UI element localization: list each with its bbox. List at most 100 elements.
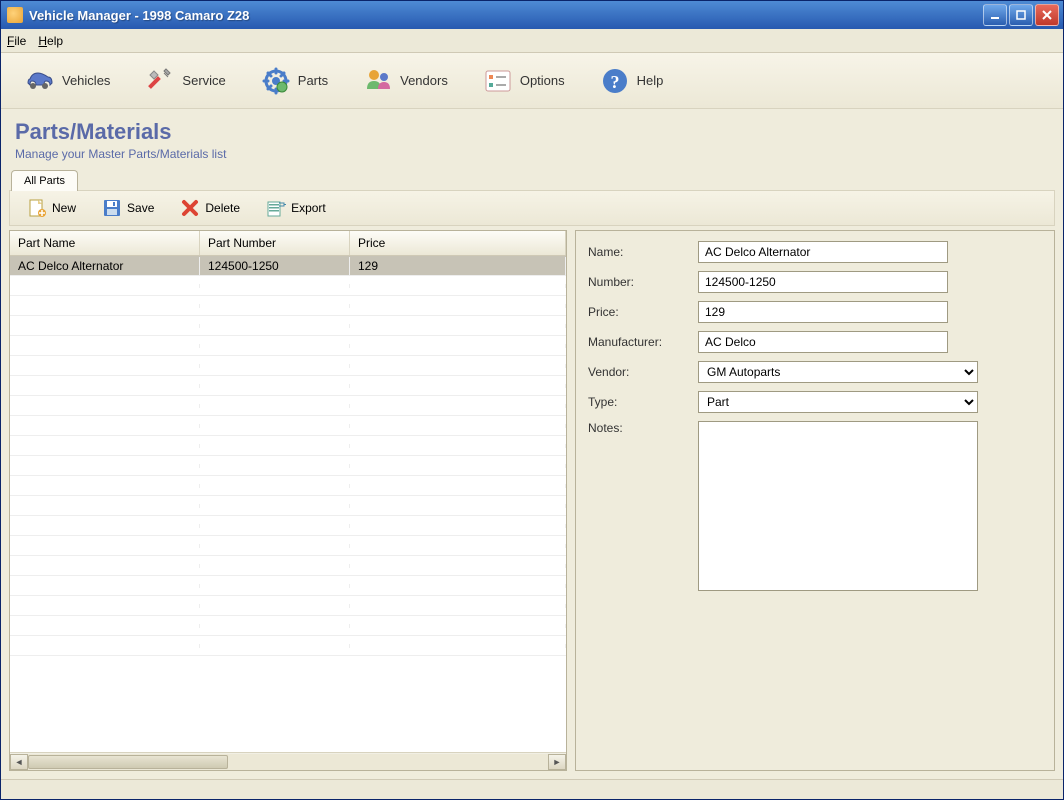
table-row[interactable] (10, 596, 566, 616)
scroll-track[interactable] (28, 754, 548, 770)
delete-icon (180, 198, 200, 218)
help-icon: ? (599, 65, 631, 97)
label-manufacturer: Manufacturer: (588, 335, 698, 349)
table-row[interactable] (10, 636, 566, 656)
type-select[interactable]: Part (698, 391, 978, 413)
toolbar-options-button[interactable]: Options (467, 58, 580, 104)
label-type: Type: (588, 395, 698, 409)
table-row[interactable] (10, 556, 566, 576)
export-label: Export (291, 201, 326, 215)
table-row[interactable] (10, 356, 566, 376)
vendors-icon (362, 65, 394, 97)
label-vendor: Vendor: (588, 365, 698, 379)
svg-text:?: ? (610, 72, 619, 92)
table-row[interactable] (10, 296, 566, 316)
page-subtitle: Manage your Master Parts/Materials list (15, 147, 1049, 161)
content: New Save Delete Export Part Name Part Nu… (1, 190, 1063, 779)
toolbar-parts-button[interactable]: Parts (245, 58, 343, 104)
vendor-select[interactable]: GM Autoparts (698, 361, 978, 383)
label-notes: Notes: (588, 421, 698, 435)
toolbar-service-button[interactable]: Service (129, 58, 240, 104)
new-label: New (52, 201, 76, 215)
page-header: Parts/Materials Manage your Master Parts… (1, 109, 1063, 169)
menu-help[interactable]: Help (38, 34, 63, 48)
cell-name: AC Delco Alternator (10, 257, 200, 275)
toolbar-options-label: Options (520, 73, 565, 88)
save-button[interactable]: Save (91, 193, 165, 223)
table-body[interactable]: AC Delco Alternator 124500-1250 129 (10, 256, 566, 752)
tab-row: All Parts (1, 169, 1063, 190)
export-button[interactable]: Export (255, 193, 337, 223)
toolbar-vendors-label: Vendors (400, 73, 448, 88)
table-row[interactable] (10, 336, 566, 356)
toolbar-vendors-button[interactable]: Vendors (347, 58, 463, 104)
maximize-button[interactable] (1009, 4, 1033, 26)
number-field[interactable] (698, 271, 948, 293)
table-row[interactable] (10, 316, 566, 336)
window-buttons (983, 4, 1059, 26)
table-row[interactable] (10, 416, 566, 436)
scroll-left-arrow[interactable]: ◄ (10, 754, 28, 770)
name-field[interactable] (698, 241, 948, 263)
table-header: Part Name Part Number Price (10, 231, 566, 256)
split-pane: Part Name Part Number Price AC Delco Alt… (9, 230, 1055, 771)
toolbar-vehicles-label: Vehicles (62, 73, 110, 88)
table-row[interactable] (10, 376, 566, 396)
detail-panel: Name: Number: Price: Manufacturer: Vendo… (575, 230, 1055, 771)
service-icon (144, 65, 176, 97)
minimize-button[interactable] (983, 4, 1007, 26)
options-icon (482, 65, 514, 97)
menubar: File Help (1, 29, 1063, 53)
main-toolbar: Vehicles Service Parts Vendors Options (1, 53, 1063, 109)
app-icon (7, 7, 23, 23)
delete-label: Delete (205, 201, 240, 215)
horizontal-scrollbar[interactable]: ◄ ► (10, 752, 566, 770)
new-button[interactable]: New (16, 193, 87, 223)
notes-textarea[interactable] (698, 421, 978, 591)
toolbar-vehicles-button[interactable]: Vehicles (9, 58, 125, 104)
table-row[interactable] (10, 456, 566, 476)
export-icon (266, 198, 286, 218)
window-title: Vehicle Manager - 1998 Camaro Z28 (29, 8, 983, 23)
table-row[interactable] (10, 576, 566, 596)
table-row[interactable]: AC Delco Alternator 124500-1250 129 (10, 256, 566, 276)
cell-number: 124500-1250 (200, 257, 350, 275)
table-row[interactable] (10, 516, 566, 536)
label-name: Name: (588, 245, 698, 259)
page-title: Parts/Materials (15, 119, 1049, 145)
delete-button[interactable]: Delete (169, 193, 251, 223)
save-icon (102, 198, 122, 218)
toolbar-service-label: Service (182, 73, 225, 88)
new-icon (27, 198, 47, 218)
label-number: Number: (588, 275, 698, 289)
toolbar-help-button[interactable]: ? Help (584, 58, 679, 104)
table-row[interactable] (10, 396, 566, 416)
toolbar-help-label: Help (637, 73, 664, 88)
col-price[interactable]: Price (350, 231, 566, 255)
toolbar-parts-label: Parts (298, 73, 328, 88)
scroll-right-arrow[interactable]: ► (548, 754, 566, 770)
table-row[interactable] (10, 476, 566, 496)
table-row[interactable] (10, 276, 566, 296)
parts-list-panel: Part Name Part Number Price AC Delco Alt… (9, 230, 567, 771)
col-part-name[interactable]: Part Name (10, 231, 200, 255)
menu-file[interactable]: File (7, 34, 26, 48)
statusbar (1, 779, 1063, 799)
table-row[interactable] (10, 536, 566, 556)
save-label: Save (127, 201, 154, 215)
table-row[interactable] (10, 616, 566, 636)
app-window: Vehicle Manager - 1998 Camaro Z28 File H… (0, 0, 1064, 800)
tab-all-parts[interactable]: All Parts (11, 170, 78, 191)
label-price: Price: (588, 305, 698, 319)
titlebar: Vehicle Manager - 1998 Camaro Z28 (1, 1, 1063, 29)
col-part-number[interactable]: Part Number (200, 231, 350, 255)
close-button[interactable] (1035, 4, 1059, 26)
scroll-thumb[interactable] (28, 755, 228, 769)
table-row[interactable] (10, 436, 566, 456)
table-row[interactable] (10, 496, 566, 516)
manufacturer-field[interactable] (698, 331, 948, 353)
cell-price: 129 (350, 257, 566, 275)
parts-icon (260, 65, 292, 97)
vehicles-icon (24, 65, 56, 97)
price-field[interactable] (698, 301, 948, 323)
